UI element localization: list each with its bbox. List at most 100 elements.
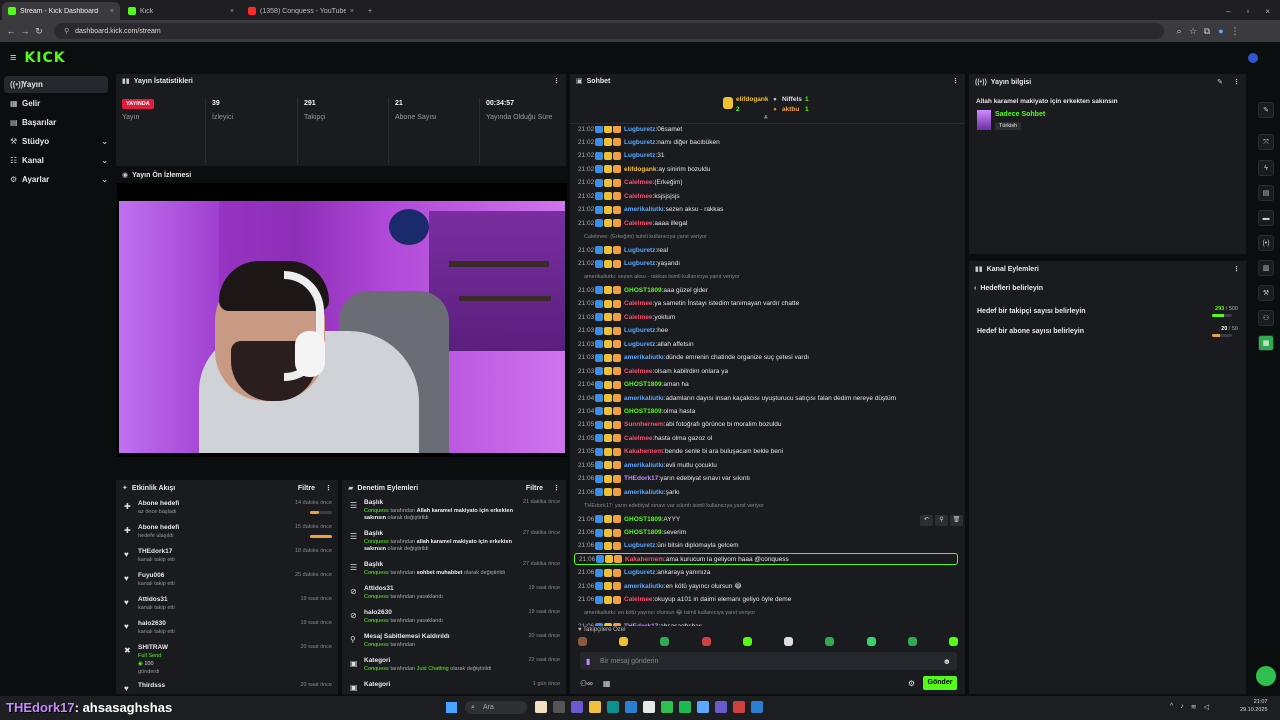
chat-message[interactable]: 21:02 Lugburetz: 31 <box>578 150 664 162</box>
message-username[interactable]: GHOST1809 <box>624 516 662 523</box>
close-tab-icon[interactable]: × <box>110 8 114 15</box>
chat-message[interactable]: 21:06 Lugburetz: ankaraya yanınıza <box>578 567 710 579</box>
feed-item[interactable]: ♥ Thirdsss 20 saat önce <box>116 678 338 692</box>
taskbar-search[interactable]: ⌕ Ara <box>465 701 527 714</box>
message-username[interactable]: amerikaliutkı <box>624 462 664 469</box>
more-options-icon[interactable]: ⋮ <box>553 77 560 85</box>
app-icon[interactable] <box>697 701 709 713</box>
forward-icon[interactable]: → <box>18 26 32 36</box>
zoom-icon[interactable]: ⌕ <box>1172 26 1186 37</box>
message-username[interactable]: Lugburetz <box>624 247 655 254</box>
more-options-icon[interactable]: ⋮ <box>952 77 959 85</box>
message-username[interactable]: amerikaliutkı <box>624 583 664 590</box>
browser-tab-youtube[interactable]: (1358) Conquess - YouTube × <box>242 2 360 20</box>
message-username[interactable]: Lugburetz <box>624 139 655 146</box>
emote-icon[interactable] <box>825 637 835 646</box>
chat-message[interactable]: 21:03 Calelmee: yoktum <box>578 311 675 323</box>
emote-icon[interactable] <box>907 637 917 646</box>
chat-message[interactable]: 21:04 GHOST1809: aman ha <box>578 379 689 391</box>
more-options-icon[interactable]: ⋮ <box>1233 265 1240 273</box>
url-field[interactable]: ⚲ dashboard.kick.com/stream <box>54 23 1164 39</box>
mod-item[interactable]: ☰ Başlık Conquess tarafından sohbet muhabb… <box>342 558 566 582</box>
message-username[interactable]: Sunnhernem <box>624 421 664 428</box>
chat-message[interactable]: 21:05 Kakahernem: bende senle bi ara bulu… <box>578 446 783 458</box>
wrench-icon[interactable]: ⚒ <box>1258 285 1274 301</box>
chevron-up-icon[interactable]: ^ <box>1170 703 1173 711</box>
sidebar-item-kanal[interactable]: ☷ Kanal ⌄ <box>4 152 108 169</box>
profile-avatar[interactable]: ● <box>1214 26 1228 36</box>
mod-item[interactable]: ⚲ Mesaj Sabitlemesi Kaldırıldı Conquess ta… <box>342 630 566 654</box>
feed-item[interactable]: ♥ Attidos31 kanalı takip etti 19 saat önce <box>116 592 338 616</box>
chat-message[interactable]: 21:06 GHOST1809: severim <box>578 527 686 539</box>
feed-item[interactable]: ✚ Abone hedefi az önce başladı 14 dakika ön… <box>116 496 338 520</box>
browser-menu-icon[interactable]: ⋮ <box>1228 26 1242 37</box>
chat-message[interactable]: 21:02 Calelmee: aaaa illegal <box>578 217 687 229</box>
chat-message[interactable]: 21:03 Calelmee: olsam kabilrdim onlara ya <box>578 365 728 377</box>
chat-message[interactable]: 21:06 Lugburetz: üni bitsin diplomayla ge… <box>578 540 739 552</box>
chat-message[interactable]: 21:02 Calelmee: (Erkeğim) <box>578 177 683 189</box>
share-icon[interactable]: ⚇ <box>1258 310 1274 326</box>
chat-message[interactable]: 21:02 elifdogank: ay sinirim bozuldu <box>578 163 710 175</box>
calendar-icon[interactable]: ▦ <box>603 679 611 688</box>
app-icon[interactable] <box>535 701 547 713</box>
message-username[interactable]: Lugburetz <box>624 542 655 549</box>
wifi-icon[interactable]: ≋ <box>1191 703 1197 711</box>
green-tool-icon[interactable]: ▦ <box>1258 335 1274 351</box>
chat-message[interactable]: 21:02 Lugburetz: real <box>578 244 668 256</box>
chat-message[interactable]: 21:06 Calelmee: okuyup a101 in daimi elem… <box>578 594 791 606</box>
browser-tab-kick[interactable]: Kick × <box>122 2 240 20</box>
chat-message[interactable]: 21:02 Lugburetz: yaşandı <box>578 258 680 270</box>
reload-icon[interactable]: ↻ <box>32 26 46 37</box>
stream-preview-video[interactable] <box>117 183 567 457</box>
app-icon[interactable] <box>553 701 565 713</box>
message-username[interactable]: Calelmee <box>624 300 653 307</box>
message-username[interactable]: Lugburetz <box>624 152 655 159</box>
message-username[interactable]: amerikaliutkı <box>624 395 664 402</box>
chat-tools-icon[interactable]: ⚇∞ <box>580 679 593 688</box>
message-username[interactable]: amerikaliutkı <box>624 354 664 361</box>
message-username[interactable]: Calelmee <box>624 193 653 200</box>
chat-input[interactable]: ▮ Bir mesaj gönderin ☻ <box>580 652 957 670</box>
feed-item[interactable]: ♥ halo2630 kanalı takip etti 19 saat önce <box>116 616 338 640</box>
chat-message[interactable]: 21:02 Calelmee: ksjsjsjsjs <box>578 190 680 202</box>
chat-message[interactable]: 21:03 Calelmee: ya sametin İnstayı istedi… <box>578 298 799 310</box>
menu-hamburger-icon[interactable]: ≡ <box>10 52 16 64</box>
expand-leaderboard-icon[interactable]: ⩡ <box>764 114 768 122</box>
help-chat-button[interactable] <box>1256 666 1276 686</box>
extensions-icon[interactable]: ⧉ <box>1200 26 1214 37</box>
document-icon[interactable]: ▤ <box>1258 185 1274 201</box>
new-tab-button[interactable]: + <box>362 2 382 20</box>
chat-message[interactable]: 21:02 Lugburetz: namı diğer bacıbüken <box>578 136 720 148</box>
message-username[interactable]: GHOST1809 <box>624 529 662 536</box>
chat-message-highlighted[interactable]: 21:06 Kakahernem: ama kurucum la geliyom … <box>574 553 958 566</box>
message-username[interactable]: Lugburetz <box>624 260 655 267</box>
emote-icon[interactable] <box>619 637 629 646</box>
mod-item[interactable]: ☰ Başlık Conquess tarafından Allah karamel… <box>342 496 566 527</box>
mod-item[interactable]: ▣ Kategori Conquess tarafından Just Chatti… <box>342 654 566 678</box>
mic-icon[interactable]: ♪ <box>1180 703 1184 711</box>
message-username[interactable]: elifdogank <box>624 166 657 173</box>
message-username[interactable]: Lugburetz <box>624 327 655 334</box>
message-username[interactable]: Lugburetz <box>624 569 655 576</box>
sidebar-item-studyo[interactable]: ⚒ Stüdyo ⌄ <box>4 133 108 150</box>
expand-icon[interactable]: ⤧ <box>1258 134 1274 150</box>
more-options-icon[interactable]: ⋮ <box>1233 78 1240 86</box>
app-icon[interactable] <box>643 701 655 713</box>
message-username[interactable]: GHOST1809 <box>624 381 662 388</box>
mod-item[interactable]: ⊘ halo2630 Conquess tarafından yasaklandı 1… <box>342 606 566 630</box>
reply-icon[interactable]: ↶ <box>920 515 933 526</box>
panel-tool-icon[interactable]: ▥ <box>1258 260 1274 276</box>
chat-message[interactable]: 21:06 GHOST1809: AYYY <box>578 513 680 525</box>
app-icon[interactable] <box>661 701 673 713</box>
broadcast-tool-icon[interactable]: (•) <box>1258 235 1274 251</box>
feed-item[interactable]: ✚ Abone hedefi hedefe ulaşıldı 15 dakika ön… <box>116 520 338 544</box>
app-icon[interactable] <box>589 701 601 713</box>
feed-item[interactable]: ♥ Fuyu006 kanalı takip etti 25 dakika önce <box>116 568 338 592</box>
app-icon[interactable] <box>571 701 583 713</box>
chat-message[interactable]: 21:06 amerikaliutkı: şarkı <box>578 486 680 498</box>
category-link[interactable]: Sadece Sohbet <box>995 111 1045 118</box>
filter-button[interactable]: Filtre <box>526 485 543 492</box>
chat-message[interactable]: 21:03 GHOST1809: aaa güzel gider <box>578 284 708 296</box>
chat-message[interactable]: 21:03 Lugburetz: hee <box>578 325 668 337</box>
chat-message[interactable]: 21:06 THEdork17: yarın edebiyat sınavı va… <box>578 473 750 485</box>
